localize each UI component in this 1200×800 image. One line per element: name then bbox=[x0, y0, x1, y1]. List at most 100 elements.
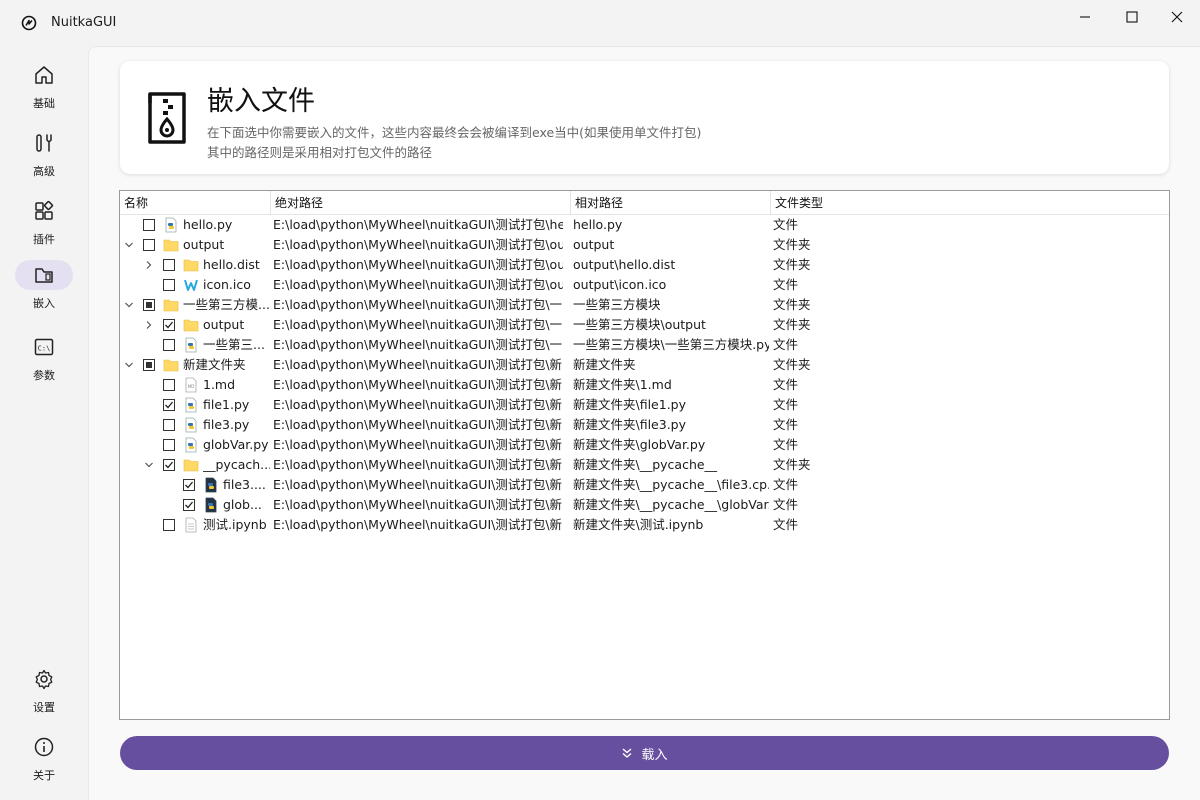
row-checkbox[interactable] bbox=[163, 439, 175, 451]
row-relative-path: hello.py bbox=[573, 217, 623, 232]
nav-item-about[interactable]: 关于 bbox=[15, 732, 73, 792]
column-header-relative-path[interactable]: 相对路径 bbox=[570, 191, 770, 215]
folder-icon bbox=[183, 319, 199, 332]
row-checkbox[interactable] bbox=[183, 479, 195, 491]
row-checkbox[interactable] bbox=[163, 279, 175, 291]
nav-icon-wrap bbox=[15, 128, 73, 158]
nav-icon-wrap bbox=[15, 196, 73, 226]
chevron-right-icon[interactable] bbox=[143, 319, 155, 331]
checkmark-icon bbox=[165, 401, 174, 409]
tree-row[interactable]: hello.dist E:\load\python\MyWheel\nuitkaG… bbox=[120, 255, 1169, 275]
row-checkbox[interactable] bbox=[163, 259, 175, 271]
row-file-type: 文件 bbox=[773, 517, 799, 532]
minimize-button[interactable] bbox=[1062, 0, 1108, 34]
row-absolute-path: E:\load\python\MyWheel\nuitkaGUI\测试打包\新.… bbox=[273, 397, 563, 412]
row-name: 一些第三方模... bbox=[183, 297, 270, 312]
row-absolute-path: E:\load\python\MyWheel\nuitkaGUI\测试打包\一.… bbox=[273, 317, 563, 332]
python-compiled-icon bbox=[205, 477, 217, 493]
tree-row[interactable]: file3.py E:\load\python\MyWheel\nuitkaGUI… bbox=[120, 415, 1169, 435]
row-relative-path: output\icon.ico bbox=[573, 277, 667, 292]
row-checkbox[interactable] bbox=[163, 339, 175, 351]
row-file-type: 文件 bbox=[773, 397, 799, 412]
chevron-down-icon[interactable] bbox=[123, 299, 135, 311]
row-name: globVar.py bbox=[203, 437, 269, 452]
nav-item-advanced[interactable]: 高级 bbox=[15, 128, 73, 188]
column-header-file-type[interactable]: 文件类型 bbox=[770, 191, 870, 215]
row-relative-path: 一些第三方模块\一些第三方模块.py bbox=[573, 337, 769, 352]
nav-item-settings[interactable]: 设置 bbox=[15, 664, 73, 724]
nav-item-embed[interactable]: 嵌入 bbox=[15, 260, 73, 320]
tree-row[interactable]: 一些第三方模... E:\load\python\MyWheel\nuitkaGU… bbox=[120, 295, 1169, 315]
row-name: hello.py bbox=[183, 217, 233, 232]
tree-row[interactable]: 新建文件夹 E:\load\python\MyWheel\nuitkaGUI\测试… bbox=[120, 355, 1169, 375]
row-name: 一些第三... bbox=[203, 337, 265, 352]
load-button-label: 载入 bbox=[641, 747, 668, 763]
sidebar: 基础 高级 插件 嵌入 C:\ 参数 设置 关于 bbox=[0, 46, 88, 800]
tree-row[interactable]: __pycach... E:\load\python\MyWheel\nuitka… bbox=[120, 455, 1169, 475]
tree-row[interactable]: file1.py E:\load\python\MyWheel\nuitkaGUI… bbox=[120, 395, 1169, 415]
maximize-button[interactable] bbox=[1109, 0, 1155, 34]
row-file-type: 文件 bbox=[773, 477, 799, 492]
tree-row[interactable]: file3.... E:\load\python\MyWheel\nuitkaGU… bbox=[120, 475, 1169, 495]
row-file-type: 文件夹 bbox=[773, 297, 811, 312]
app-title: NuitkaGUI bbox=[51, 15, 117, 30]
row-checkbox[interactable] bbox=[163, 379, 175, 391]
tree-row[interactable]: icon.ico E:\load\python\MyWheel\nuitkaGUI… bbox=[120, 275, 1169, 295]
nav-item-params[interactable]: C:\ 参数 bbox=[15, 332, 73, 392]
tree-row[interactable]: output E:\load\python\MyWheel\nuitkaGUI\测… bbox=[120, 235, 1169, 255]
column-header-name[interactable]: 名称 bbox=[120, 191, 270, 215]
command-line-icon: C:\ bbox=[34, 338, 54, 356]
row-checkbox[interactable] bbox=[163, 519, 175, 531]
tree-row[interactable]: 一些第三... E:\load\python\MyWheel\nuitkaGUI\… bbox=[120, 335, 1169, 355]
tree-row[interactable]: glob... E:\load\python\MyWheel\nuitkaGUI\… bbox=[120, 495, 1169, 515]
chevron-right-icon[interactable] bbox=[143, 259, 155, 271]
nav-item-plugins[interactable]: 插件 bbox=[15, 196, 73, 256]
row-relative-path: 新建文件夹\globVar.py bbox=[573, 437, 706, 452]
row-checkbox[interactable] bbox=[143, 219, 155, 231]
row-absolute-path: E:\load\python\MyWheel\nuitkaGUI\测试打包\ou… bbox=[273, 237, 563, 252]
generic-file-icon bbox=[185, 517, 197, 533]
row-name: file3.... bbox=[223, 477, 266, 492]
tree-row[interactable]: 测试.ipynb E:\load\python\MyWheel\nuitkaGUI… bbox=[120, 515, 1169, 535]
row-checkbox[interactable] bbox=[183, 499, 195, 511]
nav-label: 参数 bbox=[33, 369, 55, 382]
row-relative-path: output bbox=[573, 237, 615, 252]
row-checkbox[interactable] bbox=[143, 239, 155, 251]
row-relative-path: 新建文件夹\__pycache__\globVar... bbox=[573, 497, 769, 512]
python-file-icon bbox=[165, 217, 177, 233]
row-relative-path: 新建文件夹\file3.py bbox=[573, 417, 687, 432]
row-relative-path: 一些第三方模块 bbox=[573, 297, 661, 312]
column-header-absolute-path[interactable]: 绝对路径 bbox=[270, 191, 570, 215]
nav-icon-wrap bbox=[15, 60, 73, 90]
row-file-type: 文件 bbox=[773, 437, 799, 452]
row-file-type: 文件夹 bbox=[773, 317, 811, 332]
nav-label: 高级 bbox=[33, 165, 55, 178]
row-file-type: 文件 bbox=[773, 337, 799, 352]
tree-row[interactable]: MD 1.md E:\load\python\MyWheel\nuitkaGUI\测… bbox=[120, 375, 1169, 395]
chevron-down-icon[interactable] bbox=[123, 239, 135, 251]
row-file-type: 文件夹 bbox=[773, 257, 811, 272]
python-file-icon bbox=[185, 397, 197, 413]
tree-row[interactable]: globVar.py E:\load\python\MyWheel\nuitkaG… bbox=[120, 435, 1169, 455]
row-checkbox[interactable] bbox=[143, 359, 155, 371]
tree-row[interactable]: hello.py E:\load\python\MyWheel\nuitkaGUI… bbox=[120, 215, 1169, 235]
row-checkbox[interactable] bbox=[143, 299, 155, 311]
row-absolute-path: E:\load\python\MyWheel\nuitkaGUI\测试打包\ou… bbox=[273, 257, 563, 272]
load-button[interactable]: 载入 bbox=[120, 736, 1169, 770]
row-checkbox[interactable] bbox=[163, 319, 175, 331]
row-checkbox[interactable] bbox=[163, 419, 175, 431]
nav-item-basic[interactable]: 基础 bbox=[15, 60, 73, 120]
close-icon bbox=[1171, 11, 1183, 23]
chevron-down-icon[interactable] bbox=[143, 459, 155, 471]
tree-row[interactable]: output E:\load\python\MyWheel\nuitkaGUI\测… bbox=[120, 315, 1169, 335]
chevron-down-icon[interactable] bbox=[123, 359, 135, 371]
row-file-type: 文件夹 bbox=[773, 457, 811, 472]
row-checkbox[interactable] bbox=[163, 399, 175, 411]
file-tree[interactable]: 名称 绝对路径 相对路径 文件类型 hello.py E:\load\python… bbox=[119, 190, 1170, 720]
svg-text:MD: MD bbox=[188, 384, 195, 389]
row-checkbox[interactable] bbox=[163, 459, 175, 471]
checkmark-icon bbox=[165, 321, 174, 329]
nav-icon-wrap bbox=[15, 664, 73, 694]
close-button[interactable] bbox=[1154, 0, 1200, 34]
row-relative-path: 新建文件夹\1.md bbox=[573, 377, 672, 392]
